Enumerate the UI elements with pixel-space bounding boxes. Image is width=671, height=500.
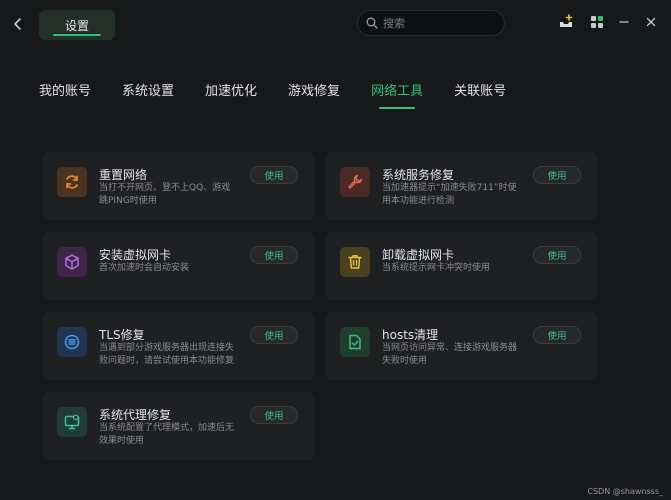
monitor-icon bbox=[57, 407, 87, 437]
back-button[interactable] bbox=[8, 12, 28, 36]
wrench-icon bbox=[340, 167, 370, 197]
use-button[interactable]: 使用 bbox=[533, 246, 581, 264]
use-button[interactable]: 使用 bbox=[533, 166, 581, 184]
use-button[interactable]: 使用 bbox=[250, 326, 298, 344]
tab-linked-accounts[interactable]: 关联账号 bbox=[454, 80, 506, 109]
card-title: 系统服务修复 bbox=[382, 168, 455, 182]
card-reset-network: 重置网络 当打不开网页、登不上QQ、游戏跳PING时使用 使用 bbox=[43, 152, 314, 220]
card-description: 当遇到部分游戏服务器出现连接失败问题时，请尝试使用本功能修复 bbox=[99, 343, 235, 366]
minimize-button[interactable] bbox=[615, 13, 633, 31]
card-description: 首次加速时会自动安装 bbox=[99, 263, 190, 273]
card-description: 当系统配置了代理模式，加速后无效果时使用 bbox=[99, 423, 235, 446]
search-icon bbox=[366, 17, 378, 29]
inbox-plus-icon bbox=[560, 14, 573, 27]
card-tls-repair: TLS修复 当遇到部分游戏服务器出现连接失败问题时，请尝试使用本功能修复 使用 bbox=[43, 312, 314, 380]
card-system-proxy-repair: 系统代理修复 当系统配置了代理模式，加速后无效果时使用 使用 bbox=[43, 392, 314, 460]
watermark: CSDN @shawnsss_ bbox=[587, 487, 663, 496]
refresh-icon bbox=[57, 167, 87, 197]
use-button[interactable]: 使用 bbox=[250, 406, 298, 424]
close-icon bbox=[646, 17, 656, 27]
card-title: 重置网络 bbox=[99, 168, 148, 182]
card-title: TLS修复 bbox=[99, 328, 145, 342]
tab-system-settings[interactable]: 系统设置 bbox=[122, 80, 174, 109]
settings-tab[interactable]: 设置 bbox=[39, 10, 115, 40]
minimize-icon bbox=[619, 21, 629, 23]
chevron-left-icon bbox=[14, 18, 21, 30]
add-shortcut-button[interactable] bbox=[557, 13, 575, 31]
use-button[interactable]: 使用 bbox=[250, 166, 298, 184]
card-description: 当加速器提示“加速失败711”时使用本功能进行检测 bbox=[382, 183, 517, 206]
tab-network-tools[interactable]: 网络工具 bbox=[371, 80, 423, 109]
document-check-icon bbox=[340, 327, 370, 357]
use-button[interactable]: 使用 bbox=[250, 246, 298, 264]
card-install-virtual-nic: 安装虚拟网卡 首次加速时会自动安装 使用 bbox=[43, 232, 314, 300]
close-button[interactable] bbox=[642, 13, 660, 31]
grid-icon bbox=[591, 16, 603, 28]
settings-nav: 我的账号 系统设置 加速优化 游戏修复 网络工具 关联账号 bbox=[39, 80, 537, 109]
settings-window: 设置 我的账号 系统设置 加速优化 bbox=[0, 0, 671, 500]
card-description: 当网页访问异常、连接游戏服务器失败时使用 bbox=[382, 343, 518, 366]
shield-list-icon bbox=[57, 327, 87, 357]
card-description: 当系统提示网卡冲突时使用 bbox=[382, 263, 491, 273]
settings-tab-label: 设置 bbox=[64, 18, 89, 33]
tab-acceleration[interactable]: 加速优化 bbox=[205, 80, 257, 109]
cube-icon bbox=[57, 247, 87, 277]
card-uninstall-virtual-nic: 卸载虚拟网卡 当系统提示网卡冲突时使用 使用 bbox=[326, 232, 597, 300]
apps-button[interactable] bbox=[588, 13, 606, 31]
trash-icon bbox=[340, 247, 370, 277]
card-title: 卸载虚拟网卡 bbox=[382, 248, 455, 262]
tab-my-account[interactable]: 我的账号 bbox=[39, 80, 91, 109]
search-box[interactable] bbox=[357, 10, 505, 36]
use-button[interactable]: 使用 bbox=[533, 326, 581, 344]
search-input[interactable] bbox=[383, 16, 493, 30]
card-hosts-cleanup: hosts清理 当网页访问异常、连接游戏服务器失败时使用 使用 bbox=[326, 312, 597, 380]
tab-game-repair[interactable]: 游戏修复 bbox=[288, 80, 340, 109]
card-title: hosts清理 bbox=[382, 328, 439, 342]
card-title: 安装虚拟网卡 bbox=[99, 248, 172, 262]
card-title: 系统代理修复 bbox=[99, 408, 172, 422]
card-description: 当打不开网页、登不上QQ、游戏跳PING时使用 bbox=[99, 183, 231, 206]
card-system-service-repair: 系统服务修复 当加速器提示“加速失败711”时使用本功能进行检测 使用 bbox=[326, 152, 597, 220]
